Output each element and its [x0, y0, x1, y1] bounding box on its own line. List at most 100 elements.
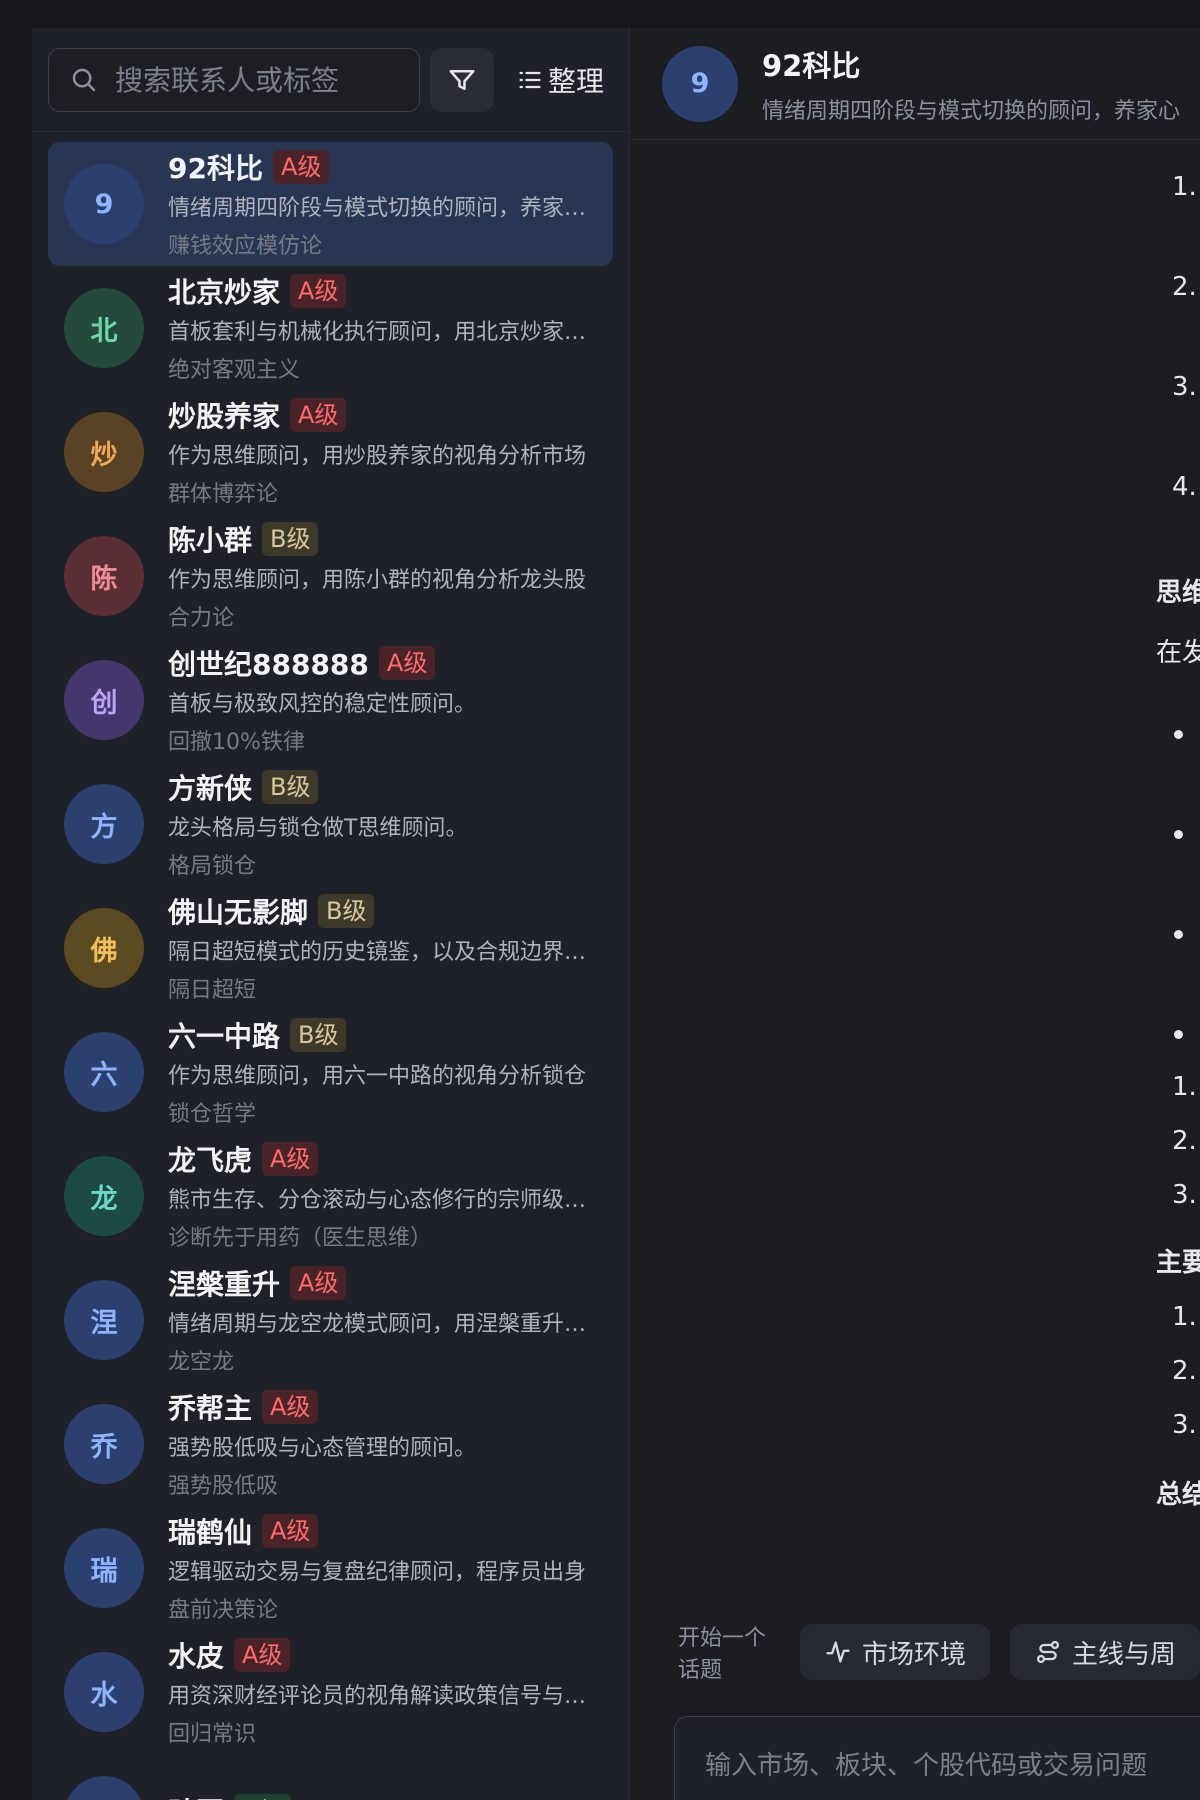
contact-item[interactable]: 六六一中路 B级 作为思维顾问，用六一中路的视角分析锁仓 锁仓哲学	[48, 1010, 613, 1134]
avatar: 龙	[64, 1156, 144, 1236]
avatar: 炒	[64, 412, 144, 492]
contact-item[interactable]: 佛佛山无影脚 B级 隔日超短模式的历史镜鉴，以及合规边界提示 隔日超短	[48, 886, 613, 1010]
list-bullet	[1174, 830, 1183, 839]
contact-item[interactable]: 孙孙哥 C级	[48, 1754, 613, 1800]
contact-name-row: 方新侠 B级	[168, 768, 588, 806]
contact-item[interactable]: 瑞瑞鹤仙 A级 逻辑驱动交易与复盘纪律顾问，程序员出身 盘前决策论	[48, 1506, 613, 1630]
avatar: 六	[64, 1032, 144, 1112]
contact-name-row: 北京炒家 A级	[168, 272, 588, 310]
contact-name: 水皮	[168, 1640, 225, 1673]
contact-info: 涅槃重升 A级 情绪周期与龙空龙模式顾问，用涅槃重升视角 龙空龙	[168, 1264, 588, 1376]
contact-description: 首板套利与机械化执行顾问，用北京炒家视角	[168, 320, 588, 345]
contact-name: 瑞鹤仙	[168, 1516, 253, 1549]
list-number: 1.	[1172, 172, 1197, 202]
message-text: 主要	[1156, 1248, 1200, 1278]
contact-name-row: 水皮 A级	[168, 1636, 588, 1674]
avatar: 涅	[64, 1280, 144, 1360]
contact-name-row: 乔帮主 A级	[168, 1388, 588, 1426]
avatar: 孙	[64, 1776, 144, 1800]
app-window: 整理 992科比A级情绪周期四阶段与模式切换的顾问，养家心法赚钱效应模仿论北北京…	[32, 28, 1200, 1800]
contact-item[interactable]: 方方新侠 B级 龙头格局与锁仓做T思维顾问。 格局锁仓	[48, 762, 613, 886]
contact-info: 孙哥 C级	[168, 1792, 588, 1800]
message-composer	[674, 1716, 1200, 1800]
list-number: 4.	[1172, 472, 1197, 502]
message-input[interactable]	[705, 1745, 1200, 1800]
contact-info: 炒股养家 A级 作为思维顾问，用炒股养家的视角分析市场 群体博弈论	[168, 396, 588, 508]
contact-description: 强势股低吸与心态管理的顾问。	[168, 1436, 477, 1461]
contact-tag: 回归常识	[168, 1722, 257, 1747]
grade-badge: B级	[318, 894, 375, 928]
grade-badge: A级	[290, 274, 347, 308]
chat-header-info: 92科比 情绪周期四阶段与模式切换的顾问，养家心	[762, 43, 1180, 125]
chat-title: 92科比	[762, 48, 861, 83]
contact-info: 创世纪888888 A级 首板与极致风控的稳定性顾问。 回撤10%铁律	[168, 644, 588, 756]
sidebar-toolbar: 整理	[32, 28, 629, 132]
grade-badge: A级	[234, 1638, 291, 1672]
route-icon	[1036, 1640, 1060, 1664]
contact-item[interactable]: 9 92科比 A级 情绪周期四阶段与模式切换的顾问，养家心法 赚钱效应模仿论	[48, 142, 613, 266]
organize-button[interactable]: 整理	[516, 48, 604, 112]
contact-name-row: 92科比 A级	[168, 148, 588, 186]
contact-info: 佛山无影脚 B级 隔日超短模式的历史镜鉴，以及合规边界提示 隔日超短	[168, 892, 588, 1004]
chat-header: 9 92科比 情绪周期四阶段与模式切换的顾问，养家心	[630, 28, 1200, 140]
grade-badge: C级	[234, 1794, 291, 1800]
contact-description: 隔日超短模式的历史镜鉴，以及合规边界提示	[168, 940, 588, 965]
contact-item[interactable]: 乔乔帮主 A级强势股低吸与心态管理的顾问。 强势股低吸	[48, 1382, 613, 1506]
topic-chip-mainline[interactable]: 主线与周	[1009, 1624, 1200, 1680]
avatar: 乔	[64, 1404, 144, 1484]
list-number: 2.	[1172, 272, 1197, 302]
avatar: 瑞	[64, 1528, 144, 1608]
search-box[interactable]	[48, 48, 420, 112]
contact-tag: 格局锁仓	[168, 854, 257, 879]
list-number: 2.	[1172, 1126, 1197, 1156]
contact-name: 涅槃重升	[168, 1268, 281, 1301]
contact-item[interactable]: 涅涅槃重升 A级 情绪周期与龙空龙模式顾问，用涅槃重升视角 龙空龙	[48, 1258, 613, 1382]
grade-badge: A级	[262, 1514, 319, 1548]
contact-info: 方新侠 B级 龙头格局与锁仓做T思维顾问。 格局锁仓	[168, 768, 588, 880]
list-bullet	[1174, 730, 1183, 739]
contact-name: 六一中路	[168, 1020, 281, 1053]
contact-item[interactable]: 北北京炒家 A级 首板套利与机械化执行顾问，用北京炒家视角 绝对客观主义	[48, 266, 613, 390]
contact-name: 92科比	[168, 152, 263, 185]
activity-icon	[826, 1641, 850, 1663]
contact-description: 首板与极致风控的稳定性顾问。	[168, 692, 477, 717]
contact-name-row: 瑞鹤仙 A级	[168, 1512, 588, 1550]
contact-item[interactable]: 龙龙飞虎 A级 熊市生存、分仓滚动与心态修行的宗师级顾问 诊断先于用药（医生思维）	[48, 1134, 613, 1258]
contact-name-row: 佛山无影脚 B级	[168, 892, 588, 930]
contact-tag: 诊断先于用药（医生思维）	[168, 1226, 433, 1251]
list-number: 3.	[1172, 372, 1197, 402]
contact-description: 作为思维顾问，用炒股养家的视角分析市场	[168, 444, 587, 469]
contact-tag: 群体博弈论	[168, 482, 279, 507]
filter-button[interactable]	[430, 48, 494, 112]
contact-item[interactable]: 水水皮 A级 用资深财经评论员的视角解读政策信号与市场 回归常识	[48, 1630, 613, 1754]
grade-badge: B级	[290, 1018, 347, 1052]
list-bullet	[1174, 1030, 1183, 1039]
contact-name-row: 孙哥 C级	[168, 1792, 588, 1800]
contact-description: 情绪周期与龙空龙模式顾问，用涅槃重升视角	[168, 1312, 588, 1337]
topic-chip-market[interactable]: 市场环境	[799, 1624, 990, 1680]
search-icon	[72, 68, 96, 92]
contact-name: 炒股养家	[168, 400, 281, 433]
grade-badge: A级	[378, 646, 436, 680]
contact-info: 陈小群 B级 作为思维顾问，用陈小群的视角分析龙头股 合力论	[168, 520, 588, 632]
contact-name: 创世纪888888	[168, 648, 369, 681]
contact-info: 瑞鹤仙 A级 逻辑驱动交易与复盘纪律顾问，程序员出身 盘前决策论	[168, 1512, 588, 1624]
grade-badge: A级	[262, 1390, 319, 1424]
search-input[interactable]	[115, 63, 395, 97]
contact-list: 9 92科比 A级 情绪周期四阶段与模式切换的顾问，养家心法 赚钱效应模仿论北北京炒家 A…	[32, 132, 629, 1800]
contact-item[interactable]: 炒炒股养家 A级 作为思维顾问，用炒股养家的视角分析市场 群体博弈论	[48, 390, 613, 514]
contact-item[interactable]: 陈陈小群 B级 作为思维顾问，用陈小群的视角分析龙头股 合力论	[48, 514, 613, 638]
chat-subtitle: 情绪周期四阶段与模式切换的顾问，养家心	[762, 98, 1181, 124]
grade-badge: B级	[262, 770, 319, 804]
contact-item[interactable]: 创创世纪888888 A级 首板与极致风控的稳定性顾问。 回撤10%铁律	[48, 638, 613, 762]
contact-name: 方新侠	[168, 772, 253, 805]
contact-name-row: 陈小群 B级	[168, 520, 588, 558]
contact-info: 北京炒家 A级 首板套利与机械化执行顾问，用北京炒家视角 绝对客观主义	[168, 272, 588, 384]
contact-tag: 强势股低吸	[168, 1474, 279, 1499]
contact-description: 作为思维顾问，用陈小群的视角分析龙头股	[168, 568, 587, 593]
contact-name: 陈小群	[168, 524, 253, 557]
avatar: 9	[64, 164, 144, 244]
grade-badge: A级	[290, 1266, 347, 1300]
list-number: 3.	[1172, 1180, 1197, 1210]
chip-label: 市场环境	[861, 1639, 966, 1670]
